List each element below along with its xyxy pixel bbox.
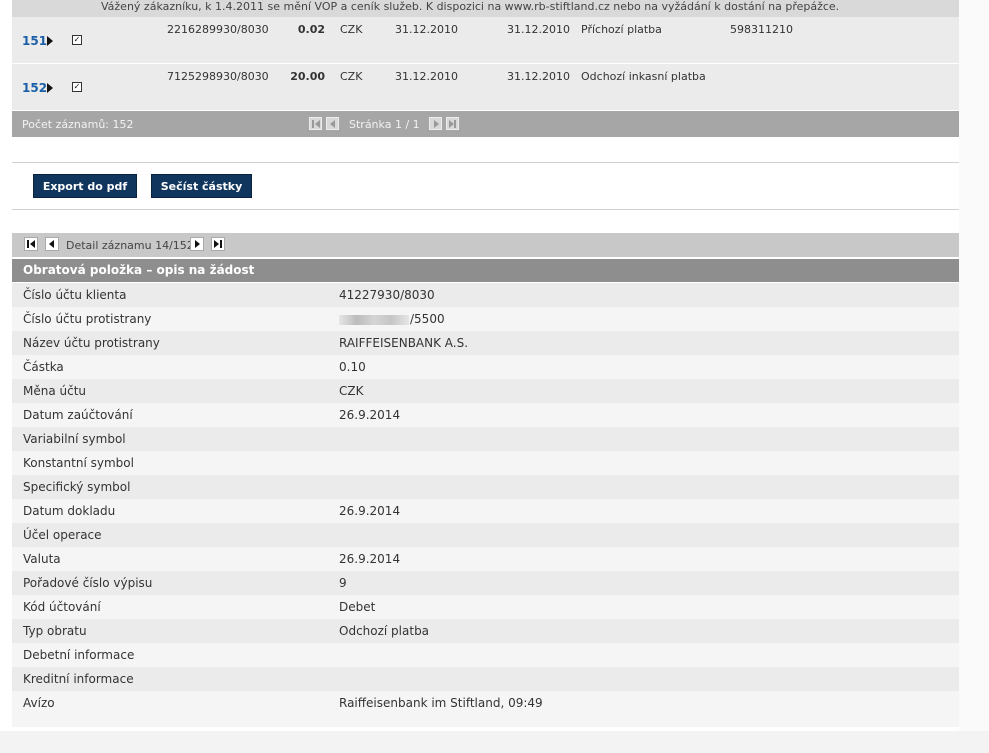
last-record-icon[interactable] (211, 237, 225, 251)
field-label: Kód účtování (23, 600, 101, 614)
field-label: Částka (23, 360, 64, 374)
export-pdf-button[interactable]: Export do pdf (33, 174, 137, 198)
detail-row: Specifický symbol (12, 475, 959, 499)
detail-row: Typ obratu Odchozí platba (12, 619, 959, 643)
field-value: 26.9.2014 (339, 552, 401, 566)
divider (12, 209, 959, 210)
field-label: Kreditní informace (23, 672, 134, 686)
field-value: 0.10 (339, 360, 366, 374)
detail-row: Konstantní symbol (12, 451, 959, 475)
divider (12, 162, 959, 163)
lower-section: Export do pdf Sečíst částky Detail zázna… (12, 0, 959, 753)
detail-row: Částka 0.10 (12, 355, 959, 379)
field-label: Měna účtu (23, 384, 87, 398)
detail-row: Debetní informace (12, 643, 959, 667)
prev-record-icon[interactable] (45, 237, 59, 251)
field-value: /5500 (410, 312, 445, 326)
detail-row: Datum dokladu 26.9.2014 (12, 499, 959, 523)
field-label: Číslo účtu klienta (23, 288, 127, 302)
field-label: Specifický symbol (23, 480, 131, 494)
field-value: 9 (339, 576, 347, 590)
field-label: Typ obratu (23, 624, 87, 638)
field-value-redacted: /5500 (339, 312, 445, 326)
field-value: RAIFFEISENBANK A.S. (339, 336, 469, 350)
field-label: Účel operace (23, 528, 102, 542)
detail-row: Avízo Raiffeisenbank im Stiftland, 09:49 (12, 691, 959, 727)
first-record-icon[interactable] (24, 237, 38, 251)
detail-row: Kód účtování Debet (12, 595, 959, 619)
field-label: Konstantní symbol (23, 456, 134, 470)
detail-navigation: Detail záznamu 14/152 (12, 233, 959, 257)
field-value: Debet (339, 600, 376, 614)
detail-table: Číslo účtu klienta 41227930/8030 Číslo úč… (12, 283, 959, 727)
field-label: Datum dokladu (23, 504, 116, 518)
field-label: Název účtu protistrany (23, 336, 160, 350)
detail-row: Číslo účtu protistrany/5500 (12, 307, 959, 331)
record-indicator: Detail záznamu 14/152 (66, 239, 194, 252)
field-label: Pořadové číslo výpisu (23, 576, 153, 590)
sum-amounts-button[interactable]: Sečíst částky (151, 174, 252, 198)
field-value: 26.9.2014 (339, 504, 401, 518)
detail-row: Účel operace (12, 523, 959, 547)
field-label: Datum zaúčtování (23, 408, 133, 422)
next-record-icon[interactable] (190, 237, 204, 251)
field-value: 41227930/8030 (339, 288, 435, 302)
detail-row: Číslo účtu klienta 41227930/8030 (12, 283, 959, 307)
field-value: Odchozí platba (339, 624, 430, 638)
field-label: Debetní informace (23, 648, 135, 662)
detail-row: Valuta 26.9.2014 (12, 547, 959, 571)
detail-row: Variabilní symbol (12, 427, 959, 451)
field-label: Variabilní symbol (23, 432, 126, 446)
field-value: CZK (339, 384, 364, 398)
detail-row: Kreditní informace (12, 667, 959, 691)
detail-header: Obratová položka – opis na žádost (12, 259, 959, 282)
detail-row: Datum zaúčtování 26.9.2014 (12, 403, 959, 427)
field-value: Raiffeisenbank im Stiftland, 09:49 (339, 696, 543, 710)
field-value: 26.9.2014 (339, 408, 401, 422)
field-label: Číslo účtu protistrany (23, 312, 152, 326)
detail-row: Měna účtu CZK (12, 379, 959, 403)
right-margin (959, 0, 989, 753)
field-label: Valuta (23, 552, 61, 566)
field-label: Avízo (23, 696, 55, 710)
detail-row: Název účtu protistrany RAIFFEISENBANK A.S… (12, 331, 959, 355)
redacted-block (339, 314, 409, 325)
detail-row: Pořadové číslo výpisu 9 (12, 571, 959, 595)
